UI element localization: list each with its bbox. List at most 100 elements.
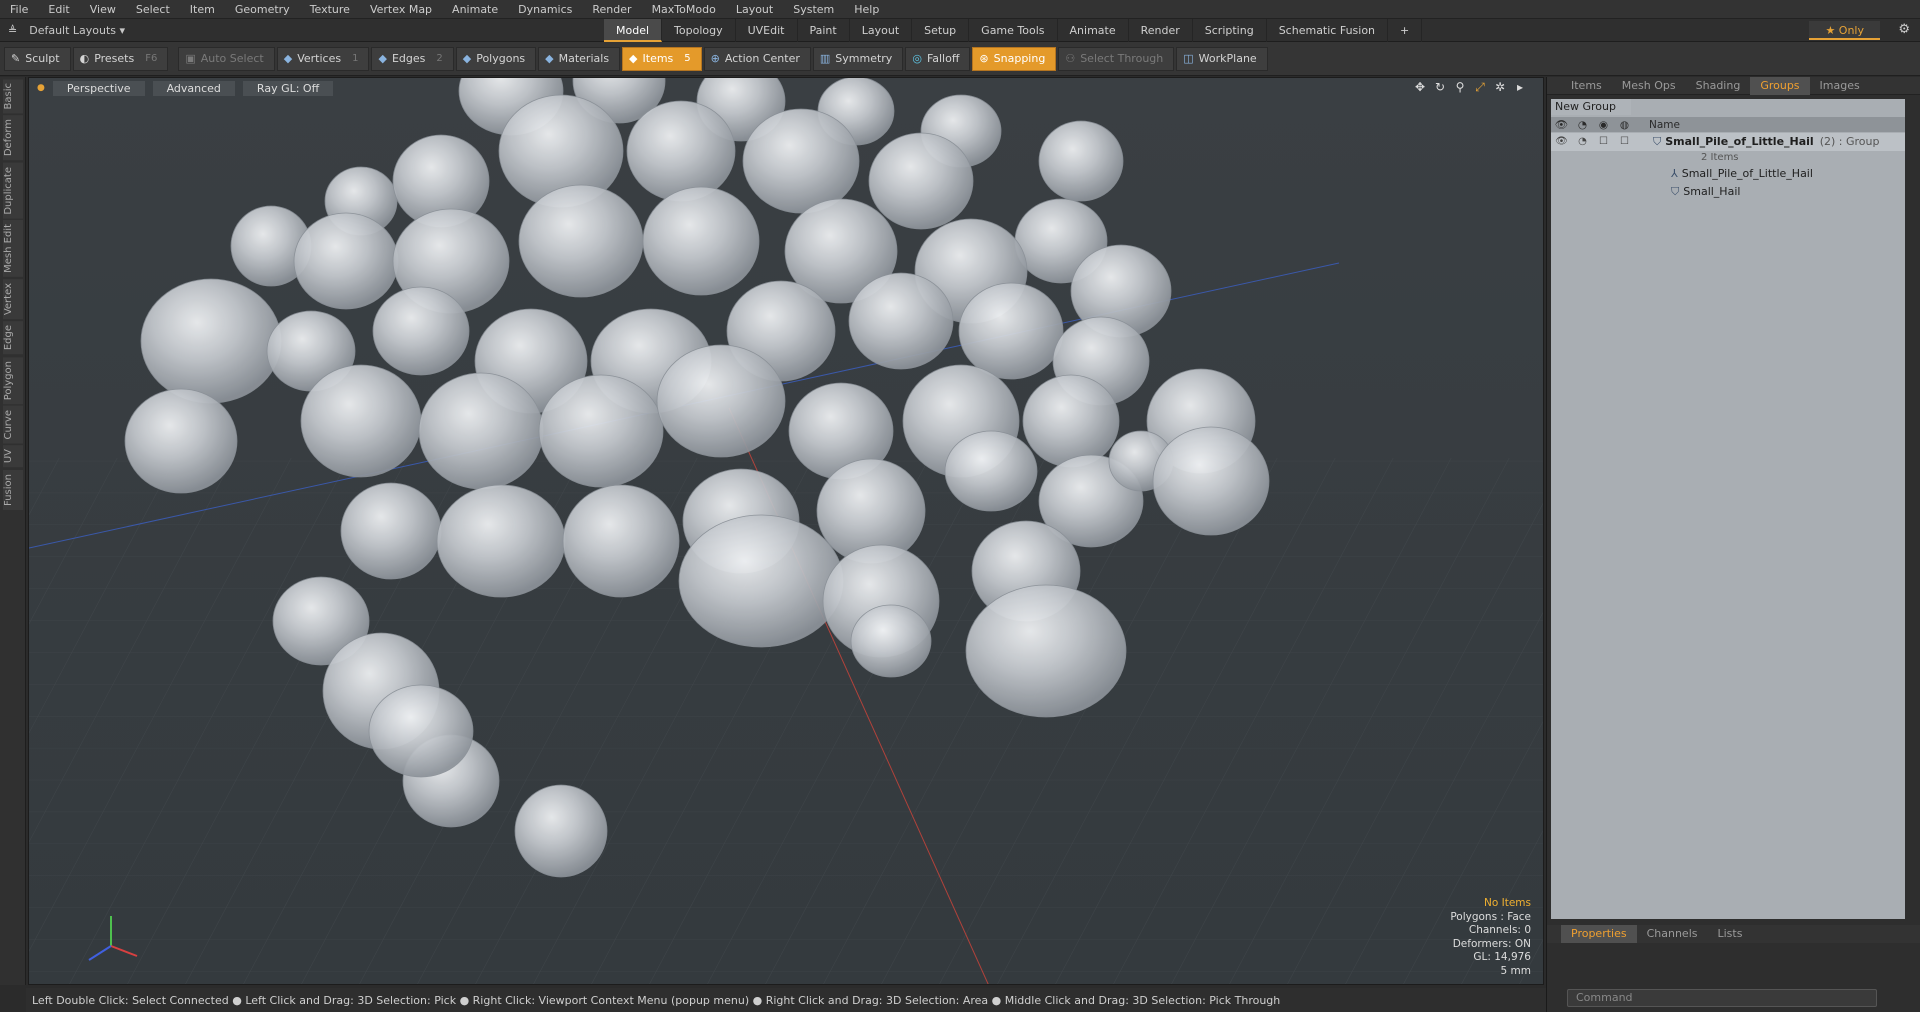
settings-gear-icon[interactable]: ⚙: [1898, 22, 1910, 37]
tab-topology[interactable]: Topology: [662, 19, 736, 42]
layout-menu-icon[interactable]: ≜: [8, 24, 17, 37]
tab-model[interactable]: Model: [604, 19, 663, 42]
panel-tab-images[interactable]: Images: [1810, 77, 1870, 95]
raygl-menu[interactable]: Ray GL: Off: [242, 80, 334, 96]
zoom-icon[interactable]: ⚲: [1453, 80, 1467, 94]
hail-stone[interactable]: [944, 430, 1038, 512]
side-tab-uv[interactable]: UV: [3, 445, 23, 468]
tab-layout[interactable]: Layout: [850, 19, 913, 42]
select-col-icon[interactable]: ◍: [1614, 119, 1635, 131]
menu-maxtomodo[interactable]: MaxToModo: [642, 0, 726, 19]
add-tab-icon[interactable]: +: [1388, 19, 1423, 42]
viewport-canvas[interactable]: [29, 78, 1544, 985]
panel-tab-shading[interactable]: Shading: [1686, 77, 1751, 95]
side-tab-fusion[interactable]: Fusion: [3, 469, 23, 510]
lock-checkbox[interactable]: ☐: [1593, 133, 1614, 151]
menu-file[interactable]: File: [0, 0, 38, 19]
hail-stone[interactable]: [293, 212, 399, 310]
only-button[interactable]: ★ Only: [1809, 21, 1880, 40]
panel-tab-items[interactable]: Items: [1561, 77, 1612, 95]
tab-animate[interactable]: Animate: [1058, 19, 1129, 42]
hail-stone[interactable]: [418, 372, 544, 490]
hail-stone[interactable]: [656, 344, 786, 458]
hail-stone[interactable]: [965, 584, 1127, 718]
group-row[interactable]: 👁 ◔ ☐ ☐ ⛉ Small_Pile_of_Little_Hail (2) …: [1551, 133, 1905, 151]
viewport-options-icon[interactable]: ✲: [1493, 80, 1507, 94]
menu-view[interactable]: View: [80, 0, 126, 19]
pan-icon[interactable]: ✥: [1413, 80, 1427, 94]
tab-render[interactable]: Render: [1129, 19, 1193, 42]
menu-geometry[interactable]: Geometry: [225, 0, 300, 19]
menu-select[interactable]: Select: [126, 0, 180, 19]
side-tab-deform[interactable]: Deform: [3, 115, 23, 161]
hail-stone[interactable]: [1152, 426, 1270, 536]
menu-render[interactable]: Render: [582, 0, 641, 19]
menu-animate[interactable]: Animate: [442, 0, 508, 19]
props-tab-properties[interactable]: Properties: [1561, 925, 1637, 943]
hail-stone[interactable]: [340, 482, 442, 580]
viewport-expand-icon[interactable]: ▸: [1513, 80, 1527, 94]
hail-stone[interactable]: [514, 784, 608, 878]
sculpt-button[interactable]: ✎ Sculpt: [4, 46, 71, 71]
snapping-button[interactable]: ⊛ Snapping: [972, 46, 1057, 71]
hail-stone[interactable]: [372, 286, 470, 376]
hail-stone[interactable]: [626, 100, 736, 202]
hail-stone[interactable]: [436, 484, 566, 598]
menu-texture[interactable]: Texture: [300, 0, 360, 19]
tab-setup[interactable]: Setup: [912, 19, 970, 42]
falloff-button[interactable]: ◎ Falloff: [905, 46, 971, 71]
panel-tab-mesh-ops[interactable]: Mesh Ops: [1612, 77, 1686, 95]
props-tab-channels[interactable]: Channels: [1637, 925, 1708, 943]
hail-stone[interactable]: [848, 272, 954, 370]
side-tab-duplicate[interactable]: Duplicate: [3, 162, 23, 219]
menu-item[interactable]: Item: [180, 0, 225, 19]
perspective-menu[interactable]: Perspective: [52, 80, 145, 96]
new-group-button[interactable]: New Group: [1551, 99, 1631, 115]
rotate-icon[interactable]: ↻: [1433, 80, 1447, 94]
hail-stone[interactable]: [124, 388, 238, 494]
tab-game-tools[interactable]: Game Tools: [969, 19, 1058, 42]
menu-help[interactable]: Help: [844, 0, 889, 19]
hail-stone[interactable]: [850, 604, 932, 678]
hail-stone[interactable]: [1022, 374, 1120, 468]
symmetry-button[interactable]: ▥ Symmetry: [812, 46, 904, 71]
hail-stone[interactable]: [140, 278, 282, 404]
action-center-button[interactable]: ⊕ Action Center: [703, 46, 811, 71]
hail-stone[interactable]: [562, 484, 680, 598]
hail-stone[interactable]: [868, 132, 974, 230]
vertices-button[interactable]: ◆ Vertices 1: [276, 46, 370, 71]
tab-paint[interactable]: Paint: [798, 19, 850, 42]
side-tab-polygon[interactable]: Polygon: [3, 356, 23, 404]
hail-stone[interactable]: [368, 684, 474, 778]
hail-stone[interactable]: [742, 108, 860, 214]
polygons-button[interactable]: ◆ Polygons: [455, 46, 537, 71]
side-tab-basic[interactable]: Basic: [3, 79, 23, 114]
hail-stone[interactable]: [538, 374, 664, 488]
items-button[interactable]: ◆ Items 5: [622, 46, 702, 71]
side-tab-mesh-edit[interactable]: Mesh Edit: [3, 220, 23, 278]
lock-col-icon[interactable]: ◉: [1593, 119, 1614, 131]
child-row[interactable]: ⅄ Small_Pile_of_Little_Hail: [1551, 165, 1905, 183]
menu-vertex-map[interactable]: Vertex Map: [360, 0, 442, 19]
menu-edit[interactable]: Edit: [38, 0, 79, 19]
menu-system[interactable]: System: [783, 0, 844, 19]
tab-scripting[interactable]: Scripting: [1193, 19, 1267, 42]
render-icon[interactable]: ◔: [1572, 133, 1593, 151]
panel-tab-groups[interactable]: Groups: [1750, 76, 1810, 95]
side-tab-vertex[interactable]: Vertex: [3, 279, 23, 320]
menu-layout[interactable]: Layout: [726, 0, 783, 19]
side-tab-edge[interactable]: Edge: [3, 321, 23, 355]
shading-menu[interactable]: Advanced: [152, 80, 235, 96]
visibility-col-icon[interactable]: 👁: [1551, 118, 1572, 131]
edges-button[interactable]: ◆ Edges 2: [371, 46, 454, 71]
presets-button[interactable]: ◐ Presets F6: [72, 46, 169, 71]
props-tab-lists[interactable]: Lists: [1708, 925, 1753, 943]
hail-stone[interactable]: [642, 186, 760, 296]
auto-select-button[interactable]: ▣ Auto Select: [178, 46, 275, 71]
select-checkbox[interactable]: ☐: [1614, 133, 1635, 151]
hail-stone[interactable]: [1038, 120, 1124, 202]
tab-uvedit[interactable]: UVEdit: [736, 19, 798, 42]
command-input[interactable]: Command: [1567, 989, 1877, 1007]
render-col-icon[interactable]: ◔: [1572, 119, 1593, 131]
maximize-icon[interactable]: ⤢: [1473, 80, 1487, 94]
